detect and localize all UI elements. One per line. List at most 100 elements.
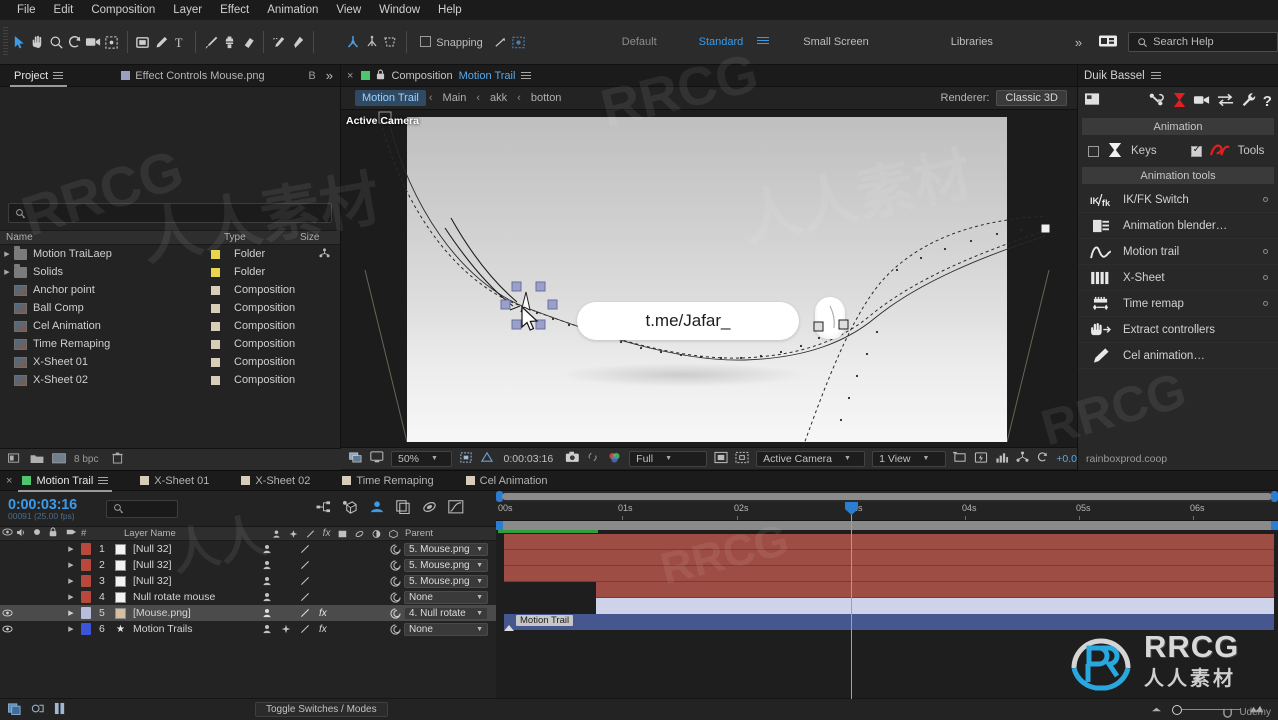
- work-area-start-handle[interactable]: [496, 521, 503, 530]
- layer-switches[interactable]: fx: [256, 624, 386, 635]
- layer-bar[interactable]: [504, 550, 1274, 566]
- pan-behind-tool-icon[interactable]: [102, 29, 121, 55]
- duik-help-icon[interactable]: ?: [1263, 93, 1272, 110]
- layer-switches[interactable]: [256, 576, 386, 586]
- zoom-level-select[interactable]: 50% ▼: [391, 450, 452, 467]
- layer-switches[interactable]: [256, 544, 386, 554]
- tab-cel-animation[interactable]: Cel Animation: [458, 470, 556, 492]
- preview-region-icon[interactable]: [509, 29, 528, 55]
- duik-automation-icon[interactable]: [1217, 93, 1234, 109]
- layer-name[interactable]: Null rotate mouse: [126, 591, 256, 603]
- 3d-renderer-icon[interactable]: [1016, 451, 1029, 466]
- parent-pickwhip-icon[interactable]: [386, 575, 404, 587]
- show-snapshot-icon[interactable]: [587, 451, 600, 466]
- breadcrumb-motion-trail[interactable]: Motion Trail: [355, 90, 426, 106]
- project-thumbnail-icon[interactable]: [52, 452, 66, 467]
- options-dot-icon[interactable]: [1263, 301, 1268, 306]
- breadcrumb-botton[interactable]: botton: [524, 90, 569, 106]
- puppet-pin-tool-icon[interactable]: [289, 29, 308, 55]
- toolbar-overflow-icon[interactable]: »: [1067, 35, 1090, 50]
- always-preview-icon[interactable]: [349, 451, 363, 466]
- close-icon[interactable]: ×: [347, 70, 355, 82]
- current-time-indicator[interactable]: [845, 502, 858, 699]
- twirl-icon[interactable]: ▶: [61, 605, 81, 621]
- panel-menu-icon[interactable]: [521, 70, 532, 81]
- layer-bar[interactable]: [596, 598, 1274, 614]
- tab-x-sheet-01[interactable]: X-Sheet 01: [132, 470, 217, 492]
- scrollbar-thumb[interactable]: [502, 493, 1272, 500]
- project-item[interactable]: X-Sheet 01 Composition: [0, 353, 340, 371]
- duik-tool-x-sheet[interactable]: X-Sheet: [1078, 265, 1278, 291]
- project-item[interactable]: X-Sheet 02 Composition: [0, 371, 340, 389]
- twirl-icon[interactable]: ▶: [61, 621, 81, 637]
- resolution-region-icon[interactable]: [459, 451, 473, 467]
- eraser-tool-icon[interactable]: [239, 29, 258, 55]
- project-item[interactable]: Ball Comp Composition: [0, 299, 340, 317]
- twirl-icon[interactable]: ▶: [61, 557, 81, 573]
- shape-tool-icon[interactable]: [134, 29, 153, 55]
- local-axis-icon[interactable]: [344, 29, 363, 55]
- timeline-timecode[interactable]: 0:00:03:16 00091 (25.00 fps): [0, 497, 106, 521]
- project-item[interactable]: Cel Animation Composition: [0, 317, 340, 335]
- parent-pickwhip-icon[interactable]: [386, 607, 404, 619]
- options-dot-icon[interactable]: [1263, 249, 1268, 254]
- tab-time-remaping[interactable]: Time Remaping: [334, 470, 441, 492]
- duik-tool-time-remap[interactable]: Time remap: [1078, 291, 1278, 317]
- world-axis-icon[interactable]: [363, 29, 382, 55]
- label-color-chip[interactable]: [81, 591, 91, 603]
- view-axis-icon[interactable]: [381, 29, 400, 55]
- parent-select[interactable]: 5. Mouse.png ▼: [404, 542, 488, 556]
- label-color-chip[interactable]: [81, 559, 91, 571]
- tab-motion-trail[interactable]: Motion Trail: [14, 470, 116, 492]
- enable-frame-blending-icon[interactable]: [396, 500, 411, 517]
- workspace-standard[interactable]: Standard: [691, 36, 752, 48]
- options-dot-icon[interactable]: [1263, 275, 1268, 280]
- pixel-aspect-icon[interactable]: [953, 451, 967, 467]
- scrollbar-right-handle[interactable]: [1271, 491, 1278, 502]
- column-parent[interactable]: Parent: [398, 528, 488, 539]
- parent-select[interactable]: 5. Mouse.png ▼: [404, 574, 488, 588]
- twirl-icon[interactable]: ▶: [61, 589, 81, 605]
- duik-tool-ik-fk-switch[interactable]: IK fk IK/FK Switch: [1078, 187, 1278, 213]
- graph-editor-icon[interactable]: [448, 500, 464, 517]
- toggle-mask-paths-icon[interactable]: [735, 451, 749, 467]
- tab-project[interactable]: Project: [6, 65, 71, 87]
- layer-name[interactable]: [Null 32]: [126, 575, 256, 587]
- parent-select[interactable]: None ▼: [404, 622, 488, 636]
- duik-tools-wrench-icon[interactable]: [1241, 92, 1257, 110]
- parent-pickwhip-icon[interactable]: [386, 591, 404, 603]
- composition-viewport[interactable]: Active Camera t.me/Jafar_: [341, 110, 1077, 447]
- twirl-icon[interactable]: ▶: [0, 268, 14, 276]
- keys-checkbox[interactable]: [1088, 145, 1099, 157]
- time-ruler[interactable]: 00s 01s 02s 03s 04s 05s 06s: [496, 502, 1278, 521]
- parent-pickwhip-icon[interactable]: [386, 623, 404, 635]
- layer-switches[interactable]: [256, 592, 386, 602]
- mouse-anchor-handles[interactable]: [811, 306, 855, 336]
- project-overflow-icon[interactable]: »: [326, 68, 333, 83]
- duik-animation-icon[interactable]: [1172, 92, 1187, 111]
- brush-tool-icon[interactable]: [202, 29, 221, 55]
- duik-settings-icon[interactable]: [1084, 92, 1101, 110]
- duik-tool-animation-blender[interactable]: Animation blender…: [1078, 213, 1278, 239]
- column-number[interactable]: #: [81, 528, 101, 539]
- composition-flowchart-icon[interactable]: [8, 702, 22, 718]
- layer-bar[interactable]: [596, 582, 1274, 598]
- breadcrumb-main[interactable]: Main: [436, 90, 474, 106]
- toggle-switches-modes-button[interactable]: Toggle Switches / Modes: [255, 702, 388, 717]
- effects-icon[interactable]: fx: [319, 624, 327, 635]
- exposure-value[interactable]: +0.0: [1056, 453, 1077, 465]
- panel-menu-icon[interactable]: [1150, 70, 1161, 81]
- effects-icon[interactable]: fx: [319, 608, 327, 619]
- duik-tool-extract-controllers[interactable]: Extract controllers: [1078, 317, 1278, 343]
- enable-motion-blur-icon[interactable]: [422, 500, 437, 517]
- twirl-icon[interactable]: ▶: [0, 250, 14, 258]
- panel-menu-icon[interactable]: [98, 475, 109, 486]
- project-search-input[interactable]: [8, 203, 332, 223]
- monitor-icon[interactable]: [370, 451, 384, 466]
- renderer-value-button[interactable]: Classic 3D: [996, 90, 1067, 106]
- layer-name[interactable]: Motion Trails: [126, 623, 256, 635]
- label-color-chip[interactable]: [81, 575, 91, 587]
- work-area-bar[interactable]: [496, 521, 1278, 530]
- timeline-horizontal-scrollbar[interactable]: [496, 491, 1278, 502]
- new-folder-icon[interactable]: [30, 453, 44, 467]
